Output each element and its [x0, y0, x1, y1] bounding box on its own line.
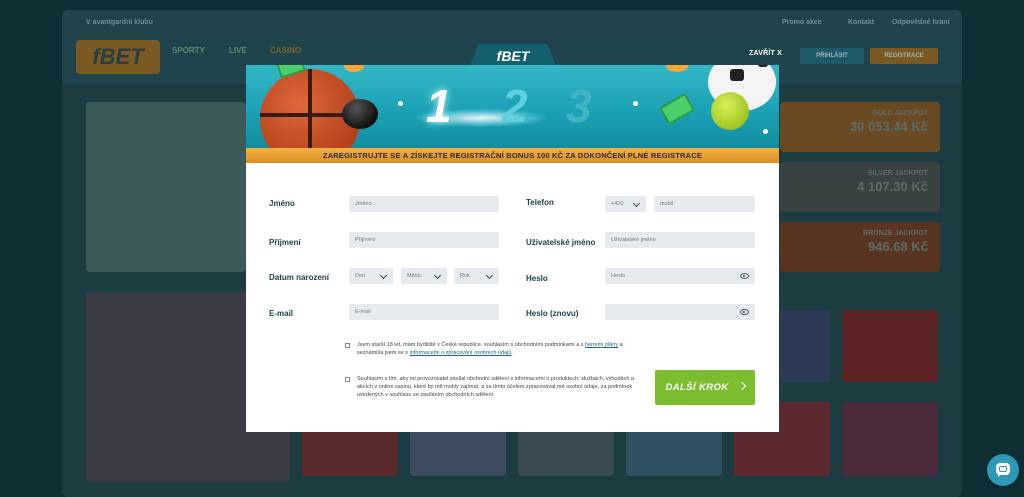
money-icon — [659, 92, 695, 126]
background-top-right-link: Promo akce — [782, 19, 822, 26]
last-name-field[interactable]: Příjmení — [349, 232, 499, 248]
background-game-tile — [518, 430, 614, 476]
sparkle-icon — [633, 101, 638, 106]
background-topbar: V avantgardní klubu Promo akce Kontakt O… — [62, 10, 962, 38]
registration-banner: 1 2 3 — [246, 65, 779, 148]
background-game-tile — [410, 430, 506, 476]
background-register-button: REGISTRACE — [870, 48, 938, 64]
background-nav-item: CASINO — [270, 46, 302, 55]
show-password-repeat-icon[interactable] — [740, 309, 749, 315]
background-logo: fBET — [76, 40, 160, 74]
birth-date-label: Datum narození — [269, 273, 330, 282]
next-step-button[interactable]: DALŠÍ KROK — [655, 370, 755, 405]
background-nav-item: SPORTY — [172, 46, 205, 55]
password-label: Heslo — [526, 274, 548, 283]
birth-year-select[interactable]: Rok — [454, 268, 499, 284]
sparkle-icon — [398, 101, 403, 106]
phone-prefix-select[interactable]: +420 — [605, 196, 646, 212]
background-jackpot-gold: GOLD JACKPOT 30 053.44 Kč — [780, 102, 940, 152]
modal-logo-tab: fBET — [470, 44, 556, 66]
show-password-icon[interactable] — [740, 273, 749, 279]
background-game-tile — [302, 430, 398, 476]
background-game-tile — [842, 402, 938, 476]
hockey-puck-icon — [342, 99, 378, 129]
step-indicator-active: 1 — [426, 80, 452, 132]
phone-label: Telefon — [526, 198, 554, 207]
email-field[interactable]: E-mail — [349, 304, 499, 320]
background-jackpot-silver: SILVER JACKPOT 4 107.30 Kč — [780, 162, 940, 212]
chevron-right-icon — [737, 381, 746, 391]
background-game-tile — [842, 310, 938, 382]
username-label: Uživatelské jméno — [526, 238, 596, 247]
coin-icon — [666, 65, 688, 72]
background-game-tile — [626, 430, 722, 476]
password-field[interactable]: Heslo — [605, 268, 755, 284]
game-plans-link[interactable]: herními plány — [585, 342, 618, 348]
close-modal-button[interactable]: ZAVŘÍT X — [749, 50, 782, 57]
chat-bubble-inner — [999, 466, 1007, 472]
marketing-consent-text: Souhlasím s tím, aby mi provozovatel zas… — [357, 376, 634, 398]
privacy-info-link[interactable]: informacemi o zpracování osobních údajů — [410, 350, 512, 356]
background-login-button: PŘIHLÁSIT — [800, 48, 864, 64]
background-top-right-link: Odpovědné hraní — [892, 19, 950, 26]
password-repeat-field[interactable] — [605, 304, 755, 320]
password-placeholder: Heslo — [611, 273, 626, 279]
username-field[interactable]: Uživatelské jméno — [605, 232, 755, 248]
chat-button[interactable] — [987, 454, 1019, 486]
first-name-field[interactable]: Jméno — [349, 196, 499, 212]
tennis-ball-icon — [711, 92, 749, 130]
background-promo-tile — [86, 102, 246, 272]
background-top-link: V avantgardní klubu — [86, 19, 153, 26]
age-terms-consent-text: Jsem starší 18 let, mám bydliště v České… — [357, 342, 623, 356]
step-indicator: 3 — [566, 80, 592, 132]
bonus-banner-text: ZAREGISTRUJTE SE A ZÍSKEJTE REGISTRAČNÍ … — [246, 148, 779, 163]
birth-day-select[interactable]: Den — [349, 268, 393, 284]
registration-modal: 1 2 3 ZAREGISTRUJTE SE A ZÍSKEJTE REGIST… — [246, 65, 779, 432]
step-indicator: 2 — [502, 80, 528, 132]
email-label: E-mail — [269, 309, 294, 318]
background-nav-item: LIVE — [229, 46, 247, 55]
background-jackpot-bronze: BRONZE JACKPOT 946.68 Kč — [780, 222, 940, 272]
first-name-label: Jméno — [269, 199, 295, 208]
age-terms-checkbox[interactable] — [345, 343, 350, 348]
phone-field[interactable]: mobil — [654, 196, 755, 212]
marketing-checkbox[interactable] — [345, 377, 350, 382]
sparkle-icon — [763, 129, 768, 134]
birth-month-select[interactable]: Měsíc — [401, 268, 447, 284]
background-game-tile — [780, 310, 830, 382]
last-name-label: Příjmení — [269, 238, 301, 247]
password-repeat-label: Heslo (znovu) — [526, 309, 579, 318]
background-top-right-link: Kontakt — [848, 19, 875, 26]
coin-icon — [344, 65, 364, 72]
